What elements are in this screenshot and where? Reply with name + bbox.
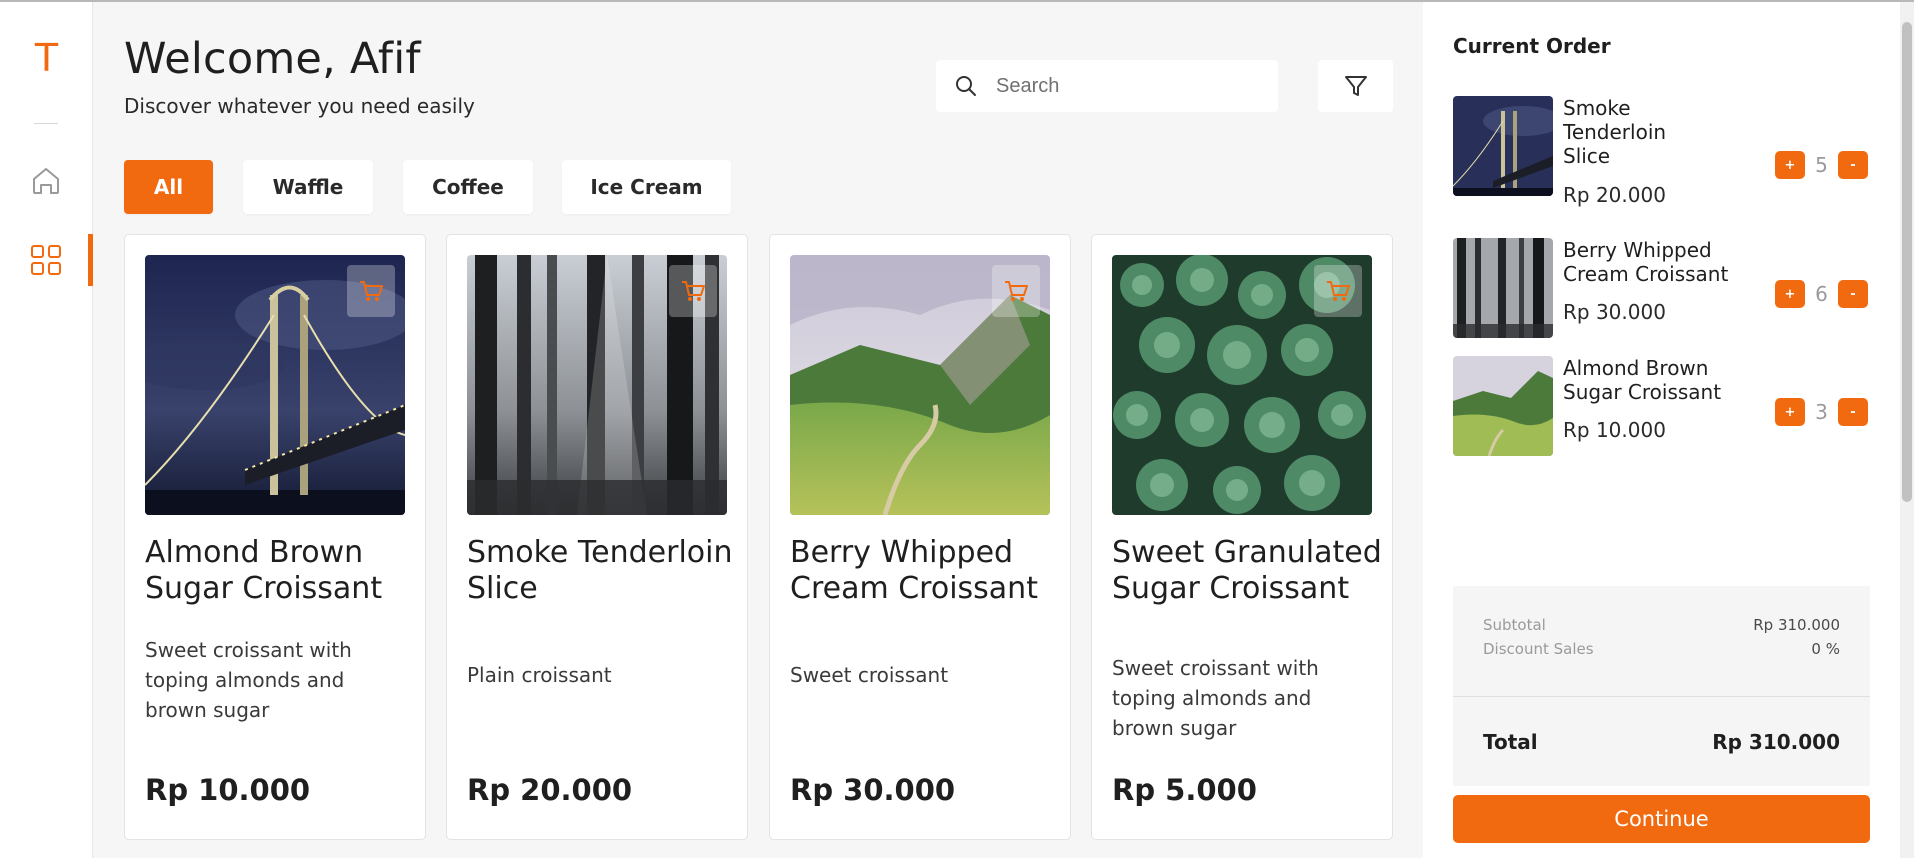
increase-quantity-button[interactable]: + (1775, 151, 1805, 179)
tab-waffle[interactable]: Waffle (243, 160, 373, 214)
discount-value: 0 % (1811, 640, 1840, 658)
product-card[interactable]: Almond Brown Sugar Croissant Sweet crois… (124, 234, 426, 840)
order-item: Berry Whipped Cream Croissant Rp 30.000 … (1453, 238, 1873, 338)
order-item-price: Rp 20.000 (1563, 183, 1666, 207)
tab-ice-cream[interactable]: Ice Cream (562, 160, 731, 214)
order-summary: Subtotal Rp 310.000 Discount Sales 0 % T… (1453, 586, 1870, 786)
order-item-name: Berry Whipped Cream Croissant (1563, 238, 1729, 286)
app-logo: T (34, 36, 59, 80)
sidebar-item-menu[interactable] (24, 238, 68, 282)
page-subtitle: Discover whatever you need easily (124, 94, 475, 118)
product-card[interactable]: Berry Whipped Cream Croissant Sweet croi… (769, 234, 1071, 840)
order-heading: Current Order (1453, 34, 1611, 58)
product-description: Sweet croissant with toping almonds and … (1112, 656, 1319, 740)
add-to-cart-button[interactable] (1314, 265, 1362, 317)
discount-label: Discount Sales (1483, 640, 1594, 658)
product-title: Sweet Granulated Sugar Croissant (1112, 535, 1382, 606)
search-icon[interactable] (936, 60, 996, 112)
order-item-price: Rp 10.000 (1563, 418, 1666, 442)
quantity-stepper: + 3 - (1775, 398, 1868, 426)
product-price: Rp 30.000 (790, 773, 956, 807)
cart-icon (1005, 281, 1028, 301)
order-item: Smoke Tenderloin Slice Rp 20.000 + 5 - (1453, 96, 1873, 216)
page-title: Welcome, Afif (124, 34, 421, 84)
subtotal-label: Subtotal (1483, 616, 1546, 634)
add-to-cart-button[interactable] (669, 265, 717, 317)
order-item-image (1453, 356, 1553, 456)
product-image (790, 255, 1050, 515)
search-box (936, 60, 1278, 112)
cart-icon (682, 281, 705, 301)
main-content: Welcome, Afif Discover whatever you need… (93, 2, 1423, 858)
grid-icon (31, 245, 61, 275)
continue-button[interactable]: Continue (1453, 795, 1870, 843)
add-to-cart-button[interactable] (992, 265, 1040, 317)
order-item-name: Smoke Tenderloin Slice (1563, 96, 1667, 168)
product-title: Almond Brown Sugar Croissant (145, 535, 383, 606)
order-item-price: Rp 30.000 (1563, 300, 1666, 324)
total-row: Total Rp 310.000 (1483, 730, 1840, 754)
cart-icon (1327, 281, 1350, 301)
summary-divider (1453, 696, 1870, 697)
product-title: Smoke Tenderloin Slice (467, 535, 733, 606)
home-icon (33, 168, 59, 194)
product-price: Rp 10.000 (145, 773, 311, 807)
product-card[interactable]: Sweet Granulated Sugar Croissant Sweet c… (1091, 234, 1393, 840)
discount-row: Discount Sales 0 % (1483, 640, 1840, 658)
product-price: Rp 20.000 (467, 773, 633, 807)
product-description: Sweet croissant with toping almonds and … (145, 638, 352, 722)
total-label: Total (1483, 730, 1538, 754)
subtotal-value: Rp 310.000 (1753, 616, 1840, 634)
filter-icon (1344, 76, 1367, 96)
quantity-stepper: + 6 - (1775, 280, 1868, 308)
quantity-value: 5 (1815, 153, 1828, 177)
total-value: Rp 310.000 (1712, 730, 1840, 754)
decrease-quantity-button[interactable]: - (1838, 280, 1868, 308)
product-title: Berry Whipped Cream Croissant (790, 535, 1038, 606)
decrease-quantity-button[interactable]: - (1838, 151, 1868, 179)
order-panel: Current Order Smoke Tenderloin Slice Rp … (1423, 2, 1900, 858)
product-grid: Almond Brown Sugar Croissant Sweet crois… (124, 234, 1394, 842)
quantity-value: 6 (1815, 282, 1828, 306)
order-item: Almond Brown Sugar Croissant Rp 10.000 +… (1453, 356, 1873, 456)
scrollbar[interactable] (1900, 2, 1914, 858)
sidebar-divider (34, 123, 58, 124)
tab-coffee[interactable]: Coffee (403, 160, 533, 214)
increase-quantity-button[interactable]: + (1775, 398, 1805, 426)
order-item-name: Almond Brown Sugar Croissant (1563, 356, 1722, 404)
product-card[interactable]: Smoke Tenderloin Slice Plain croissant R… (446, 234, 748, 840)
order-item-image (1453, 238, 1553, 338)
filter-button[interactable] (1318, 60, 1393, 112)
product-image (145, 255, 405, 515)
quantity-value: 3 (1815, 400, 1828, 424)
sidebar: T (0, 2, 93, 858)
product-description: Sweet croissant (790, 663, 949, 687)
sidebar-item-home[interactable] (24, 158, 68, 202)
product-description: Plain croissant (467, 663, 612, 687)
quantity-stepper: + 5 - (1775, 151, 1868, 179)
cart-icon (360, 281, 383, 301)
product-price: Rp 5.000 (1112, 773, 1257, 807)
scrollbar-thumb[interactable] (1902, 22, 1912, 502)
product-image (467, 255, 727, 515)
increase-quantity-button[interactable]: + (1775, 280, 1805, 308)
subtotal-row: Subtotal Rp 310.000 (1483, 616, 1840, 634)
product-image (1112, 255, 1372, 515)
tab-all[interactable]: All (124, 160, 213, 214)
add-to-cart-button[interactable] (347, 265, 395, 317)
order-item-image (1453, 96, 1553, 196)
search-input[interactable] (996, 60, 1266, 112)
decrease-quantity-button[interactable]: - (1838, 398, 1868, 426)
